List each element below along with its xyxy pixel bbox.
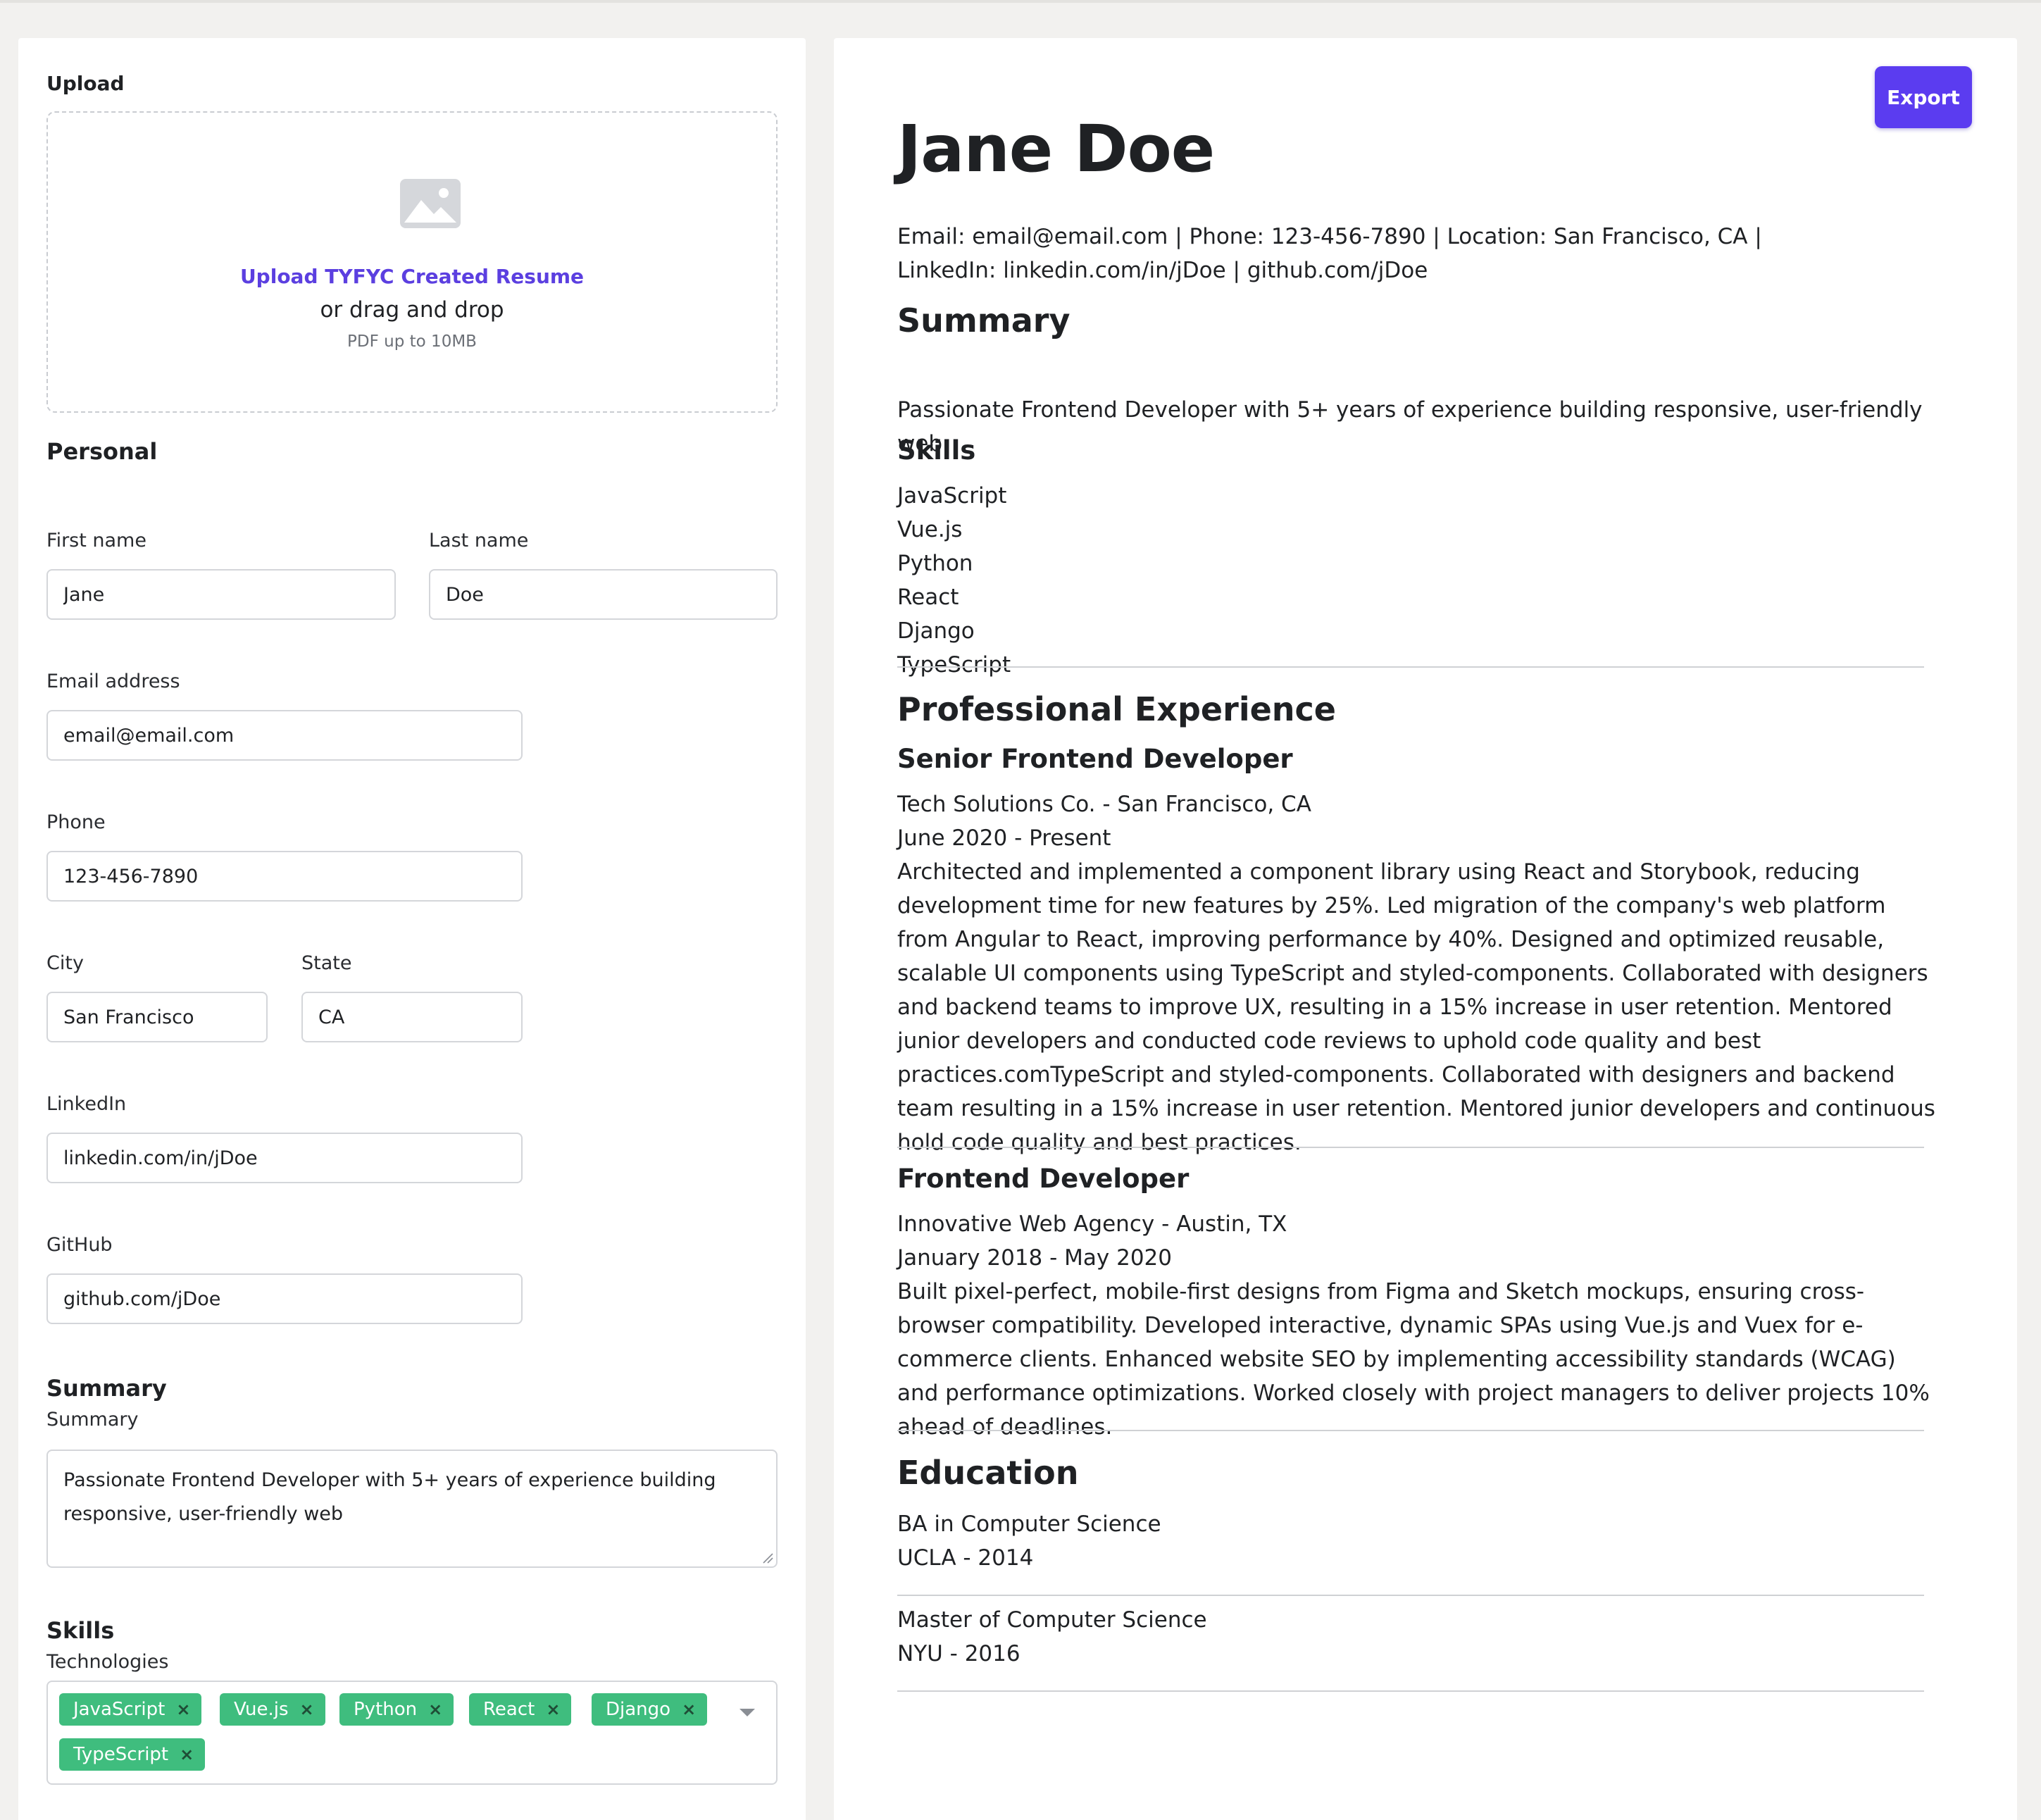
tag-chip: Django × (592, 1693, 708, 1726)
state-input[interactable] (301, 992, 523, 1042)
file-type-hint: PDF up to 10MB (347, 332, 477, 351)
summary-label: Summary (46, 1409, 139, 1431)
preview-experience-heading: Professional Experience (897, 690, 1336, 728)
job-title: Senior Frontend Developer (897, 744, 1293, 774)
tag-chip: React × (469, 1693, 572, 1726)
state-label: State (301, 952, 352, 974)
tag-label: JavaScript (73, 1699, 166, 1720)
job-dates: June 2020 - Present (897, 825, 1111, 851)
linkedin-label: LinkedIn (46, 1093, 127, 1115)
tag-remove-icon[interactable]: × (682, 1693, 696, 1726)
contact-line: LinkedIn: linkedin.com/in/jDoe | github.… (897, 258, 1428, 283)
education-school: NYU - 2016 (897, 1641, 1020, 1666)
tag-chip: JavaScript × (59, 1693, 202, 1726)
skill-item: Django (897, 618, 975, 644)
tag-label: Vue.js (234, 1699, 289, 1720)
email-label: Email address (46, 671, 180, 692)
github-label: GitHub (46, 1234, 113, 1256)
github-input[interactable] (46, 1273, 523, 1324)
linkedin-input[interactable] (46, 1133, 523, 1183)
image-icon (400, 179, 461, 228)
section-divider (897, 1430, 1924, 1431)
skill-item: React (897, 585, 959, 610)
summary-heading: Summary (46, 1375, 167, 1402)
top-border (0, 0, 2041, 3)
skills-heading: Skills (46, 1617, 115, 1644)
tag-chip: Vue.js × (220, 1693, 325, 1726)
tag-label: Django (606, 1699, 671, 1720)
job-company: Tech Solutions Co. - San Francisco, CA (897, 792, 1311, 817)
preview-name: Jane Doe (897, 111, 1215, 187)
section-divider (897, 1595, 1924, 1596)
technologies-multiselect[interactable]: JavaScript × Vue.js × Python × React × D… (46, 1681, 778, 1785)
skill-item: TypeScript (897, 652, 1011, 678)
tag-chip: TypeScript × (59, 1738, 206, 1771)
skill-item: Vue.js (897, 517, 963, 542)
phone-label: Phone (46, 811, 106, 833)
tag-label: TypeScript (73, 1744, 169, 1765)
first-name-input[interactable] (46, 569, 396, 620)
education-degree: Master of Computer Science (897, 1607, 1207, 1633)
city-input[interactable] (46, 992, 268, 1042)
job-description: Built pixel-perfect, mobile-first design… (897, 1279, 1930, 1440)
email-input[interactable] (46, 710, 523, 761)
city-label: City (46, 952, 84, 974)
preview-summary-text: Passionate Frontend Developer with 5+ ye… (897, 397, 1923, 456)
resume-form-panel: Upload Upload TYFYC Created Resume or dr… (18, 38, 806, 1820)
summary-text: Passionate Frontend Developer with 5+ ye… (63, 1469, 716, 1525)
preview-education-heading: Education (897, 1454, 1079, 1492)
preview-skills-list: JavaScript Vue.js Python React Django Ty… (897, 479, 1011, 682)
section-divider (897, 666, 1924, 668)
preview-contact: Email: email@email.com | Phone: 123-456-… (897, 220, 1940, 287)
upload-resume-link[interactable]: Upload TYFYC Created Resume (48, 265, 776, 288)
education-school: UCLA - 2014 (897, 1545, 1034, 1571)
tag-remove-icon[interactable]: × (546, 1693, 560, 1726)
job-dates: January 2018 - May 2020 (897, 1245, 1172, 1271)
job-title: Frontend Developer (897, 1164, 1190, 1194)
tag-remove-icon[interactable]: × (180, 1738, 194, 1771)
resume-preview-panel: Export Jane Doe Email: email@email.com |… (834, 38, 2017, 1820)
last-name-input[interactable] (429, 569, 778, 620)
job-description: Architected and implemented a component … (897, 859, 1935, 1155)
technologies-label: Technologies (46, 1651, 169, 1673)
job-company: Innovative Web Agency - Austin, TX (897, 1211, 1287, 1237)
tag-label: React (483, 1699, 535, 1720)
export-button[interactable]: Export (1875, 66, 1972, 128)
resize-handle-icon[interactable] (762, 1552, 773, 1564)
drag-drop-text: or drag and drop (320, 297, 504, 323)
personal-heading: Personal (46, 438, 158, 465)
education-degree: BA in Computer Science (897, 1512, 1161, 1537)
tag-remove-icon[interactable]: × (300, 1693, 314, 1726)
contact-line: Email: email@email.com | Phone: 123-456-… (897, 224, 1762, 249)
section-divider (897, 1147, 1924, 1148)
skill-item: JavaScript (897, 483, 1007, 509)
resume-dropzone[interactable]: Upload TYFYC Created Resume or drag and … (46, 111, 778, 413)
tag-chip: Python × (339, 1693, 454, 1726)
phone-input[interactable] (46, 851, 523, 902)
preview-summary-heading: Summary (897, 301, 1071, 339)
skill-item: Python (897, 551, 973, 576)
tag-remove-icon[interactable]: × (176, 1693, 190, 1726)
tag-remove-icon[interactable]: × (428, 1693, 442, 1726)
first-name-label: First name (46, 530, 146, 551)
summary-textarea[interactable]: Passionate Frontend Developer with 5+ ye… (46, 1450, 778, 1568)
section-divider (897, 1690, 1924, 1692)
tag-label: Python (354, 1699, 418, 1720)
last-name-label: Last name (429, 530, 529, 551)
preview-skills-heading: Skills (897, 435, 976, 466)
upload-label: Upload (46, 72, 125, 95)
chevron-down-icon[interactable] (739, 1709, 755, 1716)
